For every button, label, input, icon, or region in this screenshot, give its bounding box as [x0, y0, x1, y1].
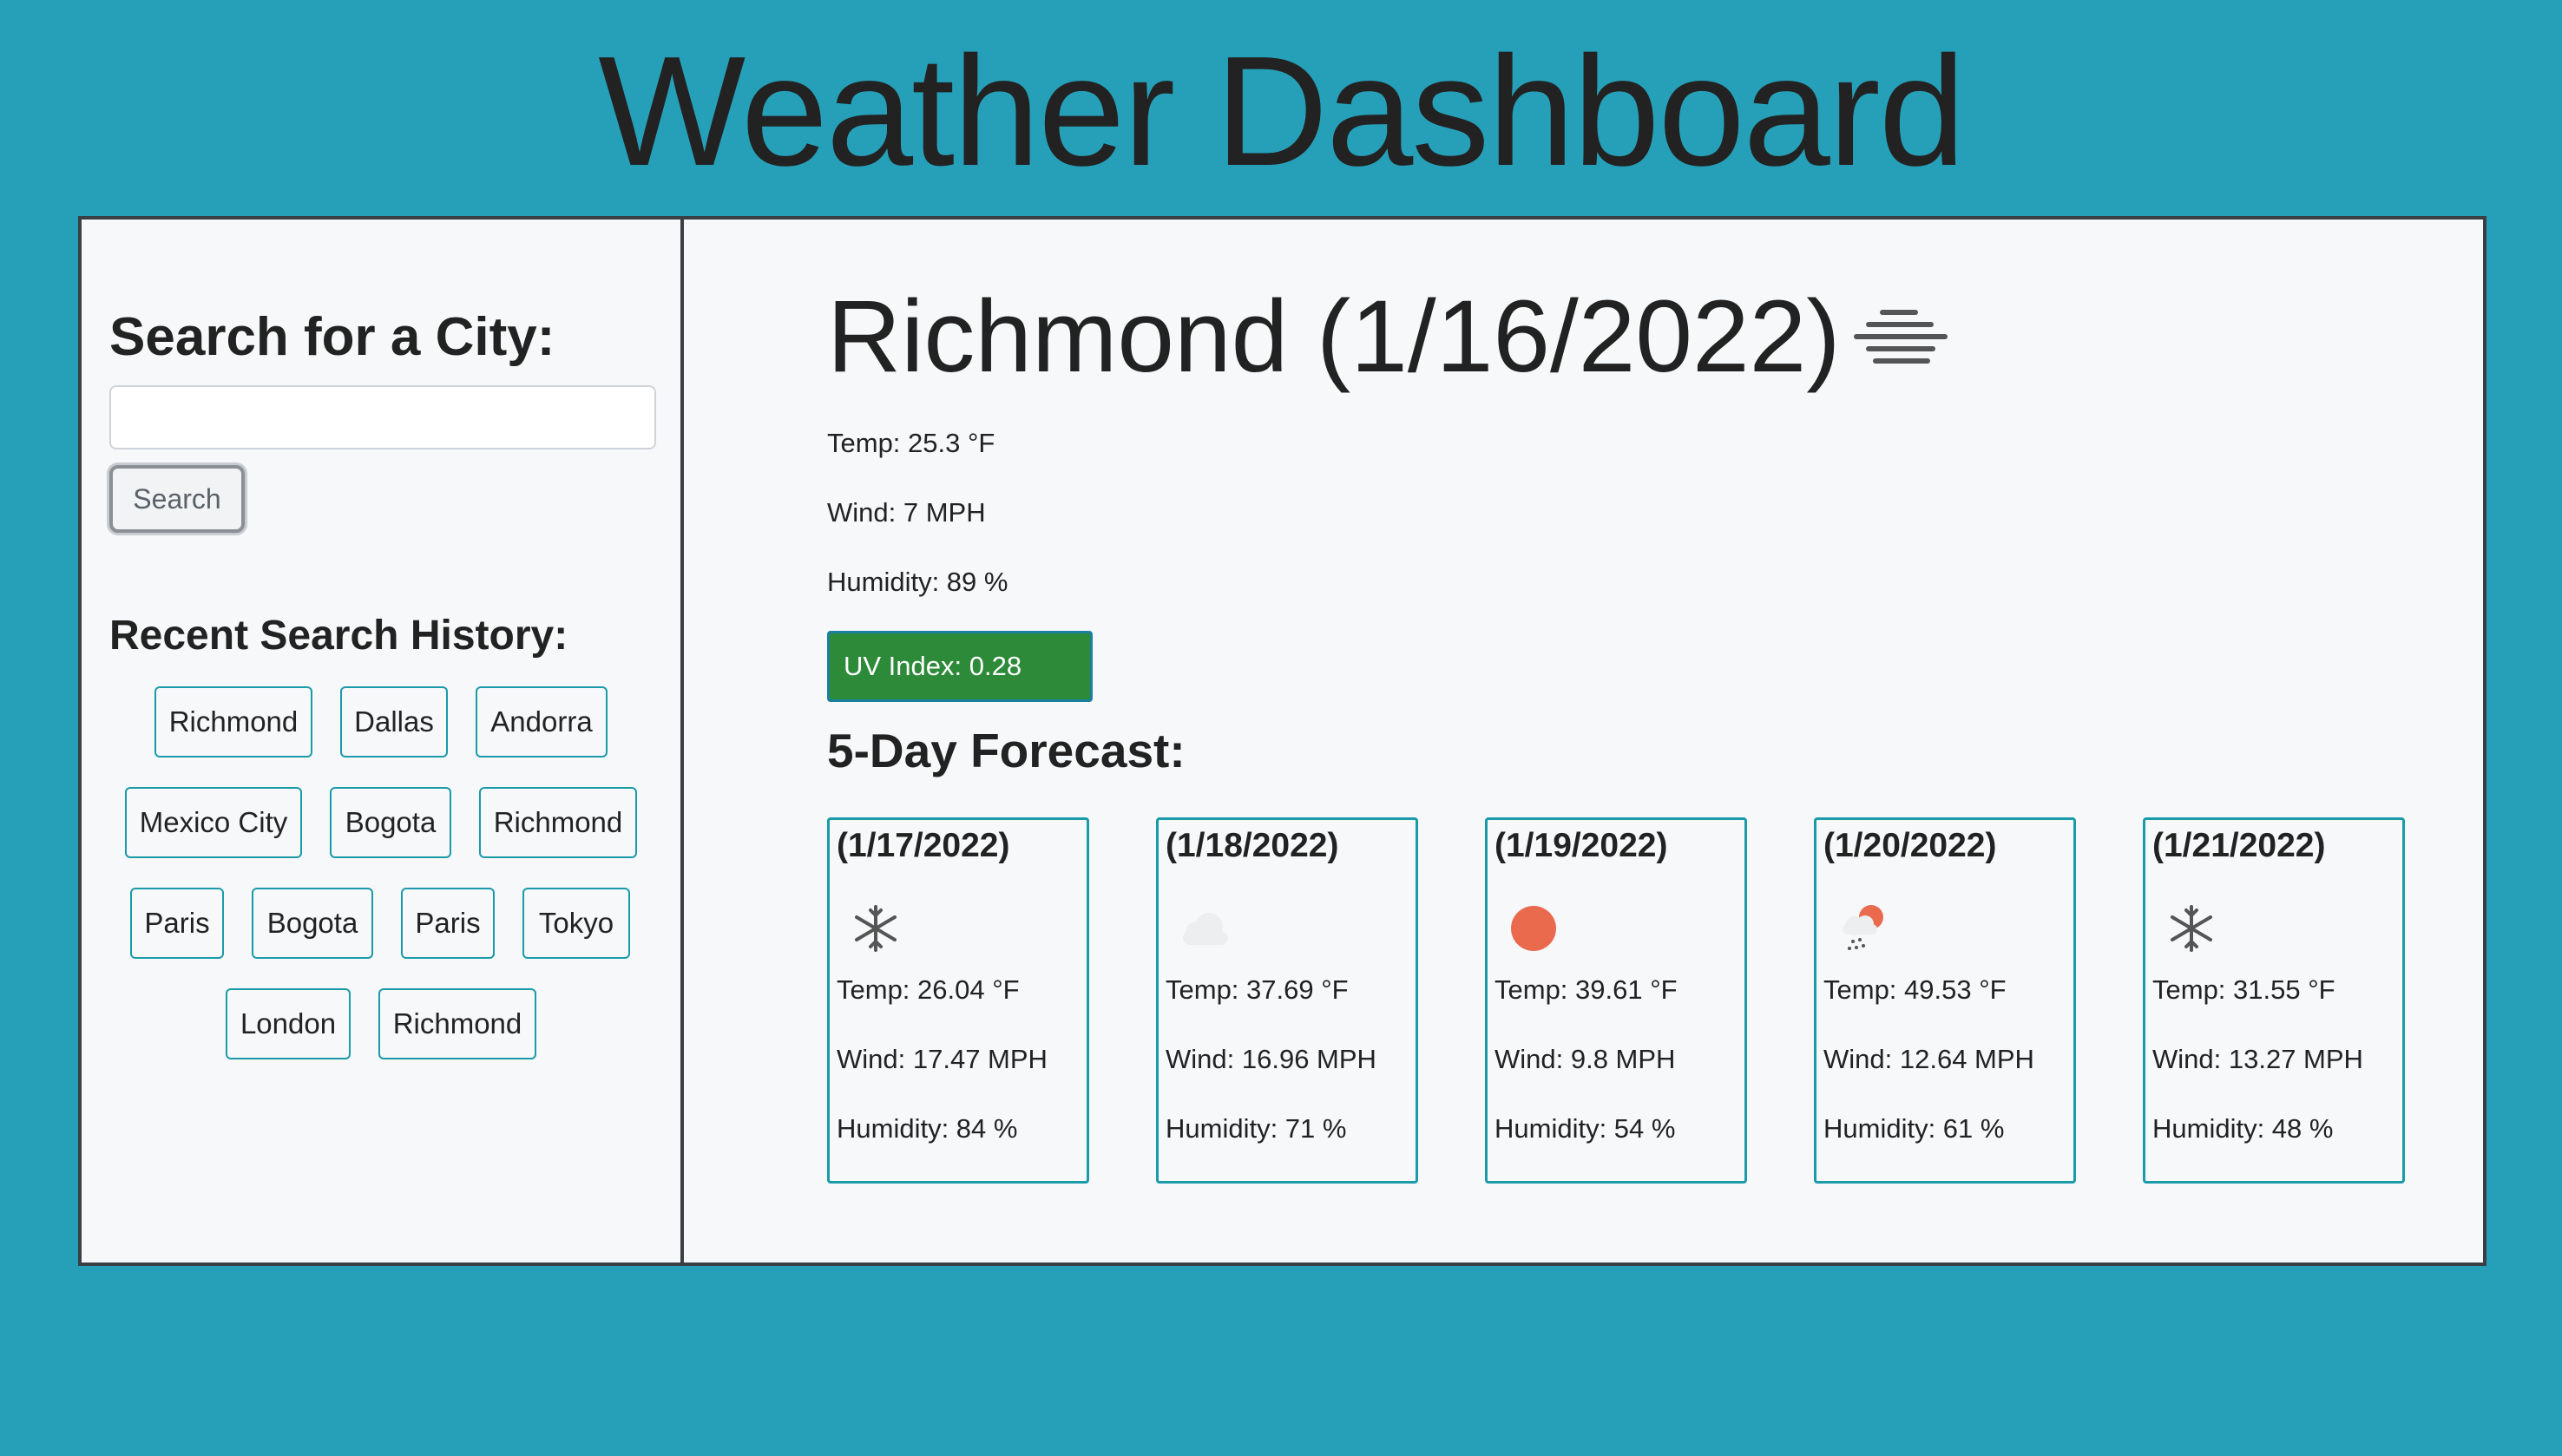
history-item-mexico-city[interactable]: Mexico City [125, 787, 302, 858]
forecast-humidity: Humidity: 71 % [1166, 1113, 1347, 1144]
forecast-wind: Wind: 16.96 MPH [1166, 1044, 1376, 1074]
current-humidity: Humidity: 89 % [827, 567, 1008, 597]
search-heading: Search for a City: [109, 307, 555, 367]
search-input[interactable] [109, 385, 656, 449]
forecast-date: (1/17/2022) [837, 827, 1010, 864]
fog-icon [1854, 306, 1949, 372]
forecast-heading: 5-Day Forecast: [827, 724, 1186, 777]
search-button[interactable]: Search [109, 465, 245, 533]
forecast-wind: Wind: 9.8 MPH [1494, 1044, 1676, 1074]
current-temp: Temp: 25.3 °F [827, 428, 995, 458]
current-wind: Wind: 7 MPH [827, 497, 986, 528]
snow-icon [2161, 898, 2222, 959]
sun-icon [1503, 898, 1564, 959]
forecast-temp: Temp: 39.61 °F [1494, 974, 1678, 1005]
forecast-date: (1/19/2022) [1494, 827, 1668, 864]
page-title: Weather Dashboard [598, 24, 1966, 199]
main-panel: Richmond (1/16/2022) Temp: 25.3 °F Wind:… [684, 220, 2483, 1263]
current-city-heading: Richmond (1/16/2022) [827, 279, 1841, 394]
rain-sun-icon [1832, 898, 1893, 959]
history-item-london[interactable]: London [226, 988, 351, 1059]
history-item-richmond[interactable]: Richmond [378, 988, 536, 1059]
history-item-tokyo[interactable]: Tokyo [522, 888, 630, 959]
history-item-dallas[interactable]: Dallas [340, 686, 448, 758]
sidebar: Search for a City: Search Recent Search … [82, 220, 684, 1263]
dashboard-panel: Search for a City: Search Recent Search … [78, 216, 2486, 1266]
history-item-bogota[interactable]: Bogota [330, 787, 451, 858]
history-item-richmond[interactable]: Richmond [479, 787, 637, 858]
forecast-humidity: Humidity: 54 % [1494, 1113, 1676, 1144]
history-item-bogota[interactable]: Bogota [252, 888, 373, 959]
forecast-card: (1/19/2022) Temp: 39.61 °F Wind: 9.8 MPH… [1485, 817, 1747, 1184]
forecast-date: (1/21/2022) [2152, 827, 2326, 864]
history-item-paris[interactable]: Paris [401, 888, 495, 959]
forecast-temp: Temp: 37.69 °F [1166, 974, 1349, 1005]
forecast-wind: Wind: 12.64 MPH [1823, 1044, 2034, 1074]
forecast-card: (1/17/2022) Temp: 26.04 °F Wind: 17.47 M… [827, 817, 1089, 1184]
forecast-wind: Wind: 17.47 MPH [837, 1044, 1048, 1074]
forecast-humidity: Humidity: 48 % [2152, 1113, 2334, 1144]
forecast-card: (1/20/2022) Temp: 49.53 °F Wind: 12.64 M… [1814, 817, 2076, 1184]
snow-icon [845, 898, 906, 959]
forecast-card: (1/21/2022) Temp: 31.55 °F Wind: 13.27 M… [2143, 817, 2405, 1184]
history-item-richmond[interactable]: Richmond [154, 686, 312, 758]
forecast-humidity: Humidity: 61 % [1823, 1113, 2005, 1144]
forecast-humidity: Humidity: 84 % [837, 1113, 1018, 1144]
forecast-temp: Temp: 26.04 °F [837, 974, 1020, 1005]
forecast-date: (1/20/2022) [1823, 827, 1997, 864]
history-heading: Recent Search History: [109, 613, 568, 659]
history-item-andorra[interactable]: Andorra [476, 686, 608, 758]
uv-index-badge: UV Index: 0.28 [827, 631, 1093, 702]
forecast-card: (1/18/2022) Temp: 37.69 °F Wind: 16.96 M… [1156, 817, 1418, 1184]
forecast-wind: Wind: 13.27 MPH [2152, 1044, 2363, 1074]
history-item-paris[interactable]: Paris [130, 888, 224, 959]
forecast-temp: Temp: 49.53 °F [1823, 974, 2007, 1005]
forecast-temp: Temp: 31.55 °F [2152, 974, 2335, 1005]
forecast-date: (1/18/2022) [1166, 827, 1339, 864]
cloud-icon [1174, 898, 1235, 959]
